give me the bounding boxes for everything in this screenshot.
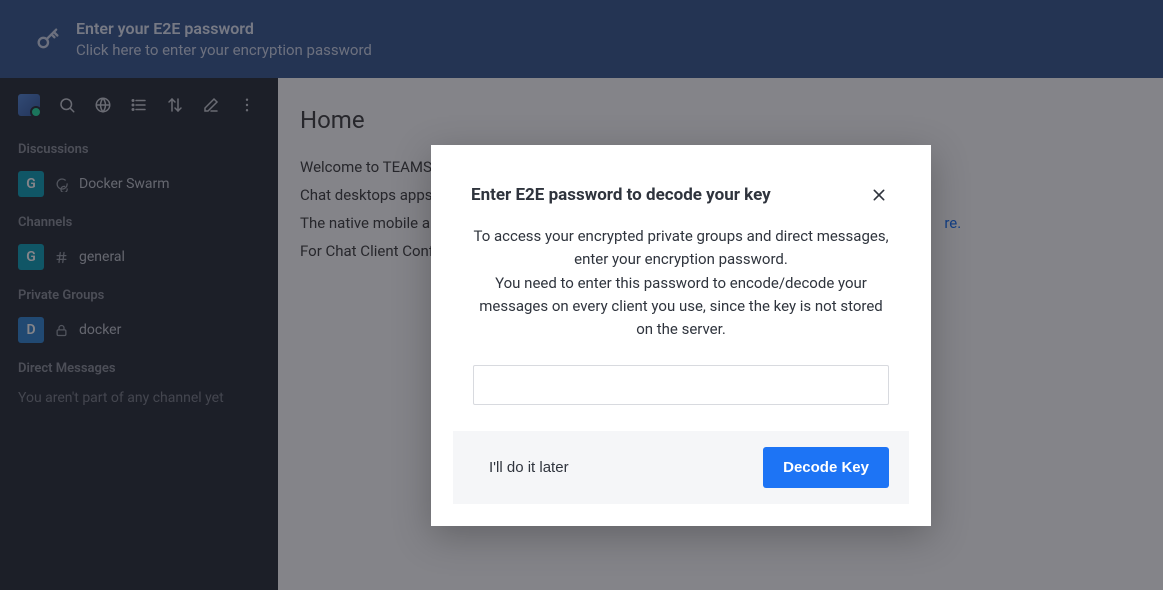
close-icon[interactable] xyxy=(867,183,891,207)
modal-body-text: You need to enter this password to encod… xyxy=(479,274,883,339)
e2e-password-input[interactable] xyxy=(473,365,889,405)
decode-key-button[interactable]: Decode Key xyxy=(763,447,889,488)
e2e-modal: Enter E2E password to decode your key To… xyxy=(431,145,931,526)
modal-body-text: To access your encrypted private groups … xyxy=(473,227,888,268)
modal-title: Enter E2E password to decode your key xyxy=(471,185,771,205)
later-button[interactable]: I'll do it later xyxy=(489,459,569,476)
